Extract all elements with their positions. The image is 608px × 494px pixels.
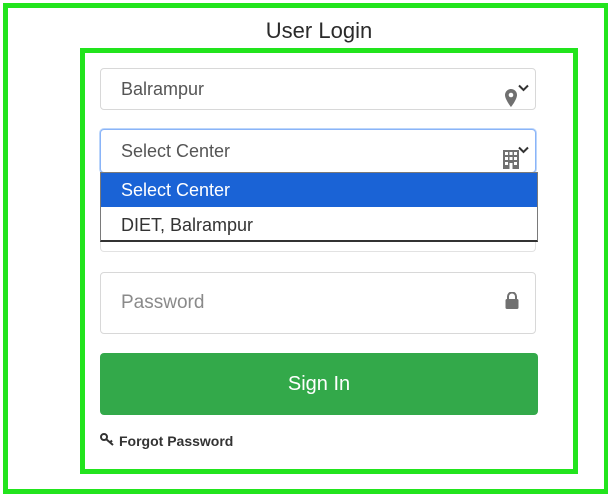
chevron-down-icon [518,141,529,157]
map-pin-icon [505,89,517,112]
page-title: User Login [265,18,373,43]
password-field[interactable]: Password [100,272,536,334]
lock-icon [505,291,519,314]
district-select[interactable]: Balrampur [100,68,536,110]
password-placeholder: Password [121,292,205,313]
dropdown-option-select-center[interactable]: Select Center [101,173,537,207]
district-select-value: Balrampur [121,79,205,99]
chevron-down-icon [518,79,529,95]
center-select-value: Select Center [121,141,231,161]
center-select[interactable]: Select Center [100,129,536,173]
key-icon [100,433,115,449]
sign-in-button[interactable]: Sign In [100,353,538,415]
dropdown-option-diet-balrampur[interactable]: DIET, Balrampur [101,208,537,242]
forgot-password-link[interactable]: Forgot Password [100,433,233,449]
center-dropdown-list: Select Center DIET, Balrampur [100,172,538,242]
building-icon [503,150,519,174]
forgot-password-label: Forgot Password [119,433,234,449]
